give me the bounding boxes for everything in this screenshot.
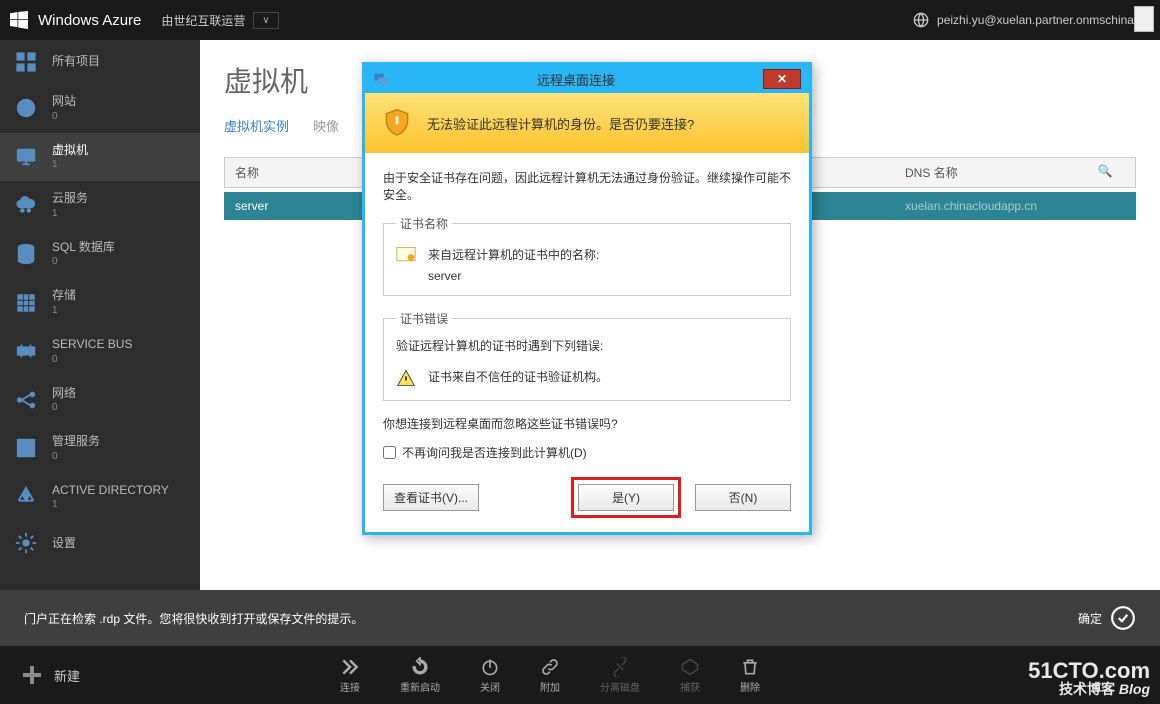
tab-instances[interactable]: 虚拟机实例 <box>224 116 289 141</box>
sidebar-item-mgmt[interactable]: 管理服务0 <box>0 424 200 473</box>
capture-icon <box>680 657 700 677</box>
err-value: 证书来自不信任的证书验证机构。 <box>428 368 608 385</box>
cert-name-fieldset: 证书名称 来自远程计算机的证书中的名称: server <box>383 215 791 296</box>
yes-button[interactable]: 是(Y) <box>578 484 674 511</box>
topbar: Windows Azure 由世纪互联运营 ∨ peizhi.yu@xuelan… <box>0 0 1160 40</box>
rdp-icon <box>373 71 389 87</box>
dont-ask-checkbox[interactable] <box>383 446 396 459</box>
action-connect[interactable]: 连接 <box>340 657 360 694</box>
dont-ask-checkbox-row[interactable]: 不再询问我是否连接到此计算机(D) <box>383 444 791 461</box>
cert-value: server <box>428 269 599 283</box>
err-label: 验证远程计算机的证书时遇到下列错误: <box>396 337 778 354</box>
warning-triangle-icon <box>396 368 416 388</box>
rdp-dialog: 远程桌面连接 ✕ 无法验证此远程计算机的身份。是否仍要连接? 由于安全证书存在问… <box>362 62 812 535</box>
sidebar-item-storage[interactable]: 存储1 <box>0 278 200 327</box>
bottombar: 新建 连接 重新启动 关闭 附加 分离磁盘 捕获 删除 <box>0 646 1160 704</box>
cert-label: 来自远程计算机的证书中的名称: <box>428 246 599 263</box>
action-delete[interactable]: 删除 <box>740 657 760 694</box>
dialog-subtext: 由于安全证书存在问题，因此远程计算机无法通过身份验证。继续操作可能不安全。 <box>383 169 791 203</box>
dialog-title: 远程桌面连接 <box>389 70 763 89</box>
warning-text: 无法验证此远程计算机的身份。是否仍要连接? <box>427 114 694 133</box>
dialog-question: 你想连接到远程桌面而忽略这些证书错误吗? <box>383 415 791 432</box>
brand-dropdown[interactable]: ∨ <box>253 12 278 29</box>
row-dns: xuelan.chinacloudapp.cn <box>905 199 1085 213</box>
user-area[interactable]: peizhi.yu@xuelan.partner.onmschina.cn <box>913 12 1150 28</box>
notice-bar: 门户正在检索 .rdp 文件。您将很快收到打开或保存文件的提示。 确定 <box>0 590 1160 646</box>
brand-text: Windows Azure <box>38 12 141 29</box>
sidebar-item-sql[interactable]: SQL 数据库0 <box>0 230 200 279</box>
tab-images[interactable]: 映像 <box>313 116 339 141</box>
sidebar: 所有项目 网站0 虚拟机1 云服务1 SQL 数据库0 存储1 SERVICE … <box>0 40 200 646</box>
no-button[interactable]: 否(N) <box>695 484 791 511</box>
globe-icon <box>913 12 929 28</box>
yes-button-highlight: 是(Y) <box>571 477 681 518</box>
close-icon: ✕ <box>777 72 787 86</box>
sidebar-item-cloud[interactable]: 云服务1 <box>0 181 200 230</box>
action-attach[interactable]: 附加 <box>540 657 560 694</box>
certificate-icon <box>396 246 416 264</box>
cert-error-fieldset: 证书错误 验证远程计算机的证书时遇到下列错误: 证书来自不信任的证书验证机构。 <box>383 310 791 401</box>
sidebar-item-websites[interactable]: 网站0 <box>0 84 200 133</box>
power-icon <box>480 657 500 677</box>
sidebar-item-all[interactable]: 所有项目 <box>0 40 200 84</box>
close-button[interactable]: ✕ <box>763 69 801 89</box>
provider-text: 由世纪互联运营 <box>161 12 245 29</box>
sidebar-item-servicebus[interactable]: SERVICE BUS0 <box>0 327 200 376</box>
new-button[interactable]: 新建 <box>0 663 100 687</box>
shield-warning-icon <box>381 107 413 139</box>
notice-text: 门户正在检索 .rdp 文件。您将很快收到打开或保存文件的提示。 <box>24 610 363 627</box>
dialog-titlebar[interactable]: 远程桌面连接 ✕ <box>365 65 809 93</box>
action-capture: 捕获 <box>680 657 700 694</box>
action-detach: 分离磁盘 <box>600 657 640 694</box>
view-cert-button[interactable]: 查看证书(V)... <box>383 484 479 511</box>
trash-icon <box>740 657 760 677</box>
action-shutdown[interactable]: 关闭 <box>480 657 500 694</box>
detach-icon <box>610 657 630 677</box>
action-restart[interactable]: 重新启动 <box>400 657 440 694</box>
connect-icon <box>340 657 360 677</box>
windows-logo-icon <box>10 11 28 29</box>
sidebar-item-ad[interactable]: ACTIVE DIRECTORY1 <box>0 473 200 522</box>
sidebar-item-settings[interactable]: 设置 <box>0 521 200 565</box>
notice-ok[interactable]: 确定 <box>1078 605 1136 631</box>
check-circle-icon <box>1110 605 1136 631</box>
dialog-warning: 无法验证此远程计算机的身份。是否仍要连接? <box>365 93 809 153</box>
attach-icon <box>540 657 560 677</box>
th-dns: DNS 名称 <box>905 164 1085 181</box>
restart-icon <box>410 657 430 677</box>
plus-icon <box>20 663 44 687</box>
corner-icon <box>1134 6 1154 32</box>
sidebar-item-vms[interactable]: 虚拟机1 <box>0 133 200 182</box>
th-search[interactable]: 🔍 <box>1085 164 1125 181</box>
user-email: peizhi.yu@xuelan.partner.onmschina.cn <box>937 13 1150 27</box>
sidebar-item-network[interactable]: 网络0 <box>0 376 200 425</box>
